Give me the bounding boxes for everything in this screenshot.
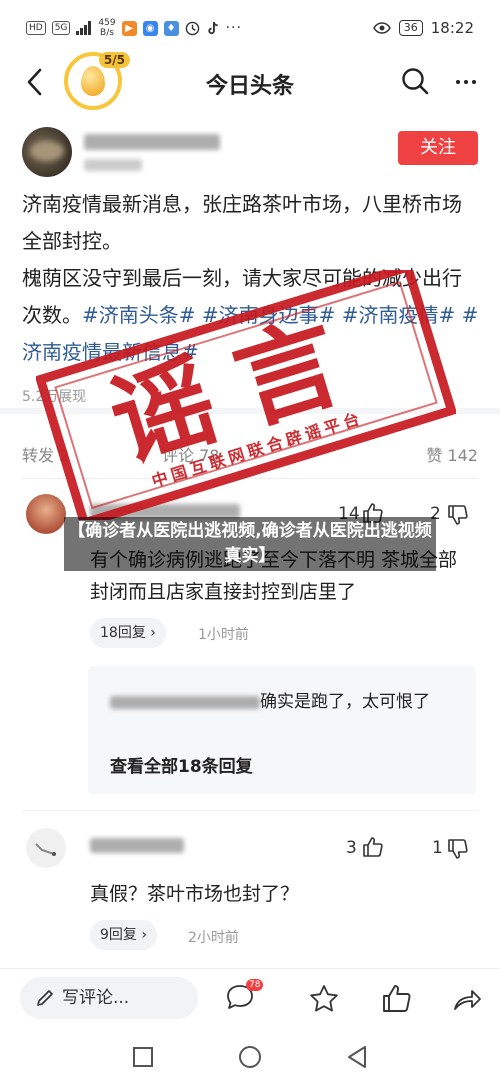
tiktok-icon — [207, 21, 218, 34]
author-avatar[interactable] — [22, 127, 72, 177]
comment-dislike-count: 1 — [432, 838, 443, 858]
rumor-stamp-overlay: 谣言 中国互联网联合辟谣平台 — [36, 270, 456, 520]
reply-author-blurred — [110, 695, 260, 709]
app-notification-icon: ▶ — [121, 20, 137, 36]
share-forward-icon[interactable] — [452, 985, 482, 1013]
more-options-button[interactable] — [448, 64, 484, 100]
reply-count: 9回复 — [100, 927, 137, 943]
task-progress-badge: 5/5 — [98, 52, 130, 68]
clock-icon — [185, 21, 199, 35]
clock-time: 18:22 — [430, 19, 474, 37]
net-speed-value: 459 — [98, 18, 116, 28]
thumbs-down-icon[interactable] — [447, 838, 469, 860]
thumbs-up-icon[interactable] — [381, 983, 413, 1015]
eye-icon — [372, 22, 391, 34]
home-icon[interactable] — [238, 1045, 262, 1069]
comment-text: 真假？茶叶市场也封了？ — [90, 883, 300, 905]
app-notification-icon: ♦ — [163, 20, 179, 36]
hd-indicator: HD — [26, 21, 46, 35]
thumbs-up-icon[interactable] — [362, 836, 384, 858]
commenter-name-blurred[interactable] — [90, 838, 184, 853]
bottom-action-bar: 写评论... 78 — [0, 968, 500, 1028]
top-navigation: 5/5 今日头条 — [0, 52, 500, 110]
comment-count-badge: 78 — [246, 979, 264, 991]
reply-count-button[interactable]: 18回复 › — [90, 618, 166, 648]
comment-time: 2小时前 — [188, 930, 239, 946]
star-favorite-icon[interactable] — [308, 983, 340, 1015]
net-speed-unit: B/s — [100, 28, 114, 38]
dot-icon — [472, 80, 476, 84]
follow-button[interactable]: 关注 — [398, 131, 478, 165]
view-all-replies-link[interactable]: 查看全部18条回复 — [110, 752, 253, 777]
chevron-right-icon: › — [150, 625, 156, 641]
post-author: 关注 — [22, 127, 478, 179]
comment-time: 1小时前 — [198, 627, 249, 643]
more-notifications-icon: ··· — [225, 20, 242, 36]
dot-icon — [464, 80, 468, 84]
caption-overlay: 【确诊者从医院出逃视频,确诊者从医院出逃视频真实】 — [64, 517, 436, 571]
chevron-right-icon: › — [141, 927, 147, 943]
pen-icon — [37, 990, 53, 1006]
net-speed: 459 B/s — [98, 18, 115, 38]
signal-icon — [76, 21, 92, 35]
status-left: HD 5G 459 B/s ▶ ◉ ♦ ··· — [26, 18, 242, 38]
author-meta-blurred — [84, 159, 142, 171]
comment-divider — [22, 810, 478, 811]
network-type-indicator: 5G — [51, 21, 71, 35]
write-comment-input[interactable]: 写评论... — [20, 977, 198, 1019]
reply-count: 18回复 — [100, 625, 146, 641]
avatar-sketch-icon — [35, 843, 56, 856]
dot-icon — [456, 80, 460, 84]
recent-apps-icon[interactable] — [132, 1046, 154, 1068]
reply-count-button[interactable]: 9回复 › — [90, 920, 157, 950]
reply-preview-text: 确实是跑了，太可恨了 — [110, 688, 460, 716]
app-notification-icon: ◉ — [142, 20, 158, 36]
back-triangle-icon[interactable] — [346, 1045, 368, 1069]
author-name-blurred[interactable] — [84, 134, 220, 150]
search-icon — [402, 68, 429, 95]
reply-text: 确实是跑了，太可恨了 — [260, 692, 430, 712]
search-button[interactable] — [398, 64, 434, 100]
status-bar: HD 5G 459 B/s ▶ ◉ ♦ ··· 36 18:22 — [0, 0, 500, 56]
battery-indicator: 36 — [398, 20, 423, 36]
comment-like-count: 3 — [346, 838, 357, 858]
commenter-avatar[interactable] — [26, 828, 66, 868]
comment-placeholder: 写评论... — [62, 988, 130, 1008]
status-right: 36 18:22 — [372, 19, 474, 37]
post-paragraph: 济南疫情最新消息，张庄路茶叶市场，八里桥市场全部封控。 — [22, 192, 462, 253]
system-navigation-bar — [0, 1030, 500, 1083]
reply-preview[interactable]: 确实是跑了，太可恨了 查看全部18条回复 — [88, 666, 476, 794]
